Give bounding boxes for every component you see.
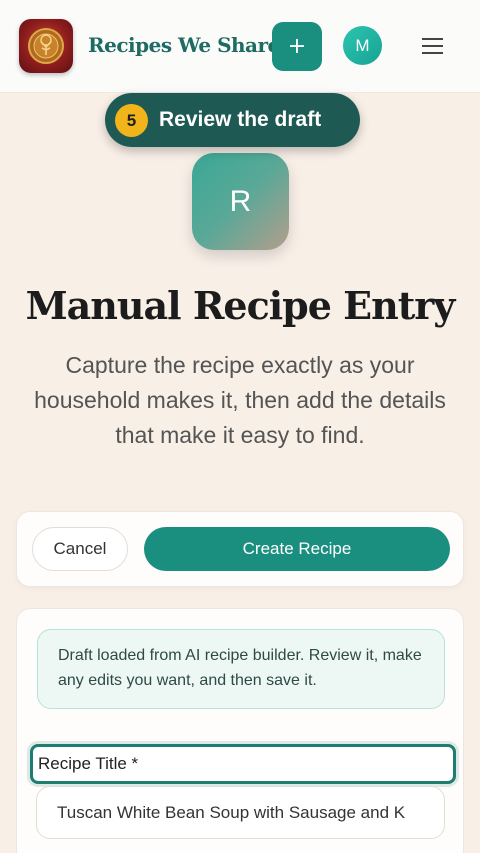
add-recipe-button[interactable]: +	[272, 22, 322, 71]
step-number-badge: 5	[115, 104, 148, 137]
page-title: Manual Recipe Entry	[25, 283, 456, 328]
app-logo[interactable]	[19, 19, 73, 73]
tree-emblem-icon	[28, 28, 64, 64]
recipe-letter-icon: R	[192, 153, 289, 250]
step-indicator: 5 Review the draft	[105, 93, 360, 147]
menu-button[interactable]	[420, 36, 444, 56]
recipe-title-label: Recipe Title *	[30, 744, 456, 784]
brand-name[interactable]: Recipes We Share	[88, 33, 280, 57]
recipe-title-input[interactable]: Tuscan White Bean Soup with Sausage and …	[36, 786, 445, 839]
recipe-form: Draft loaded from AI recipe builder. Rev…	[16, 608, 464, 853]
user-avatar[interactable]: M	[343, 26, 382, 65]
action-bar: Cancel Create Recipe	[16, 511, 464, 587]
plus-icon: +	[287, 34, 307, 59]
draft-notice: Draft loaded from AI recipe builder. Rev…	[37, 629, 445, 709]
step-label: Review the draft	[159, 108, 322, 131]
app-header: Recipes We Share + M	[0, 0, 480, 93]
cancel-button[interactable]: Cancel	[32, 527, 128, 571]
create-recipe-button[interactable]: Create Recipe	[144, 527, 450, 571]
page-subtitle: Capture the recipe exactly as your house…	[34, 352, 446, 448]
